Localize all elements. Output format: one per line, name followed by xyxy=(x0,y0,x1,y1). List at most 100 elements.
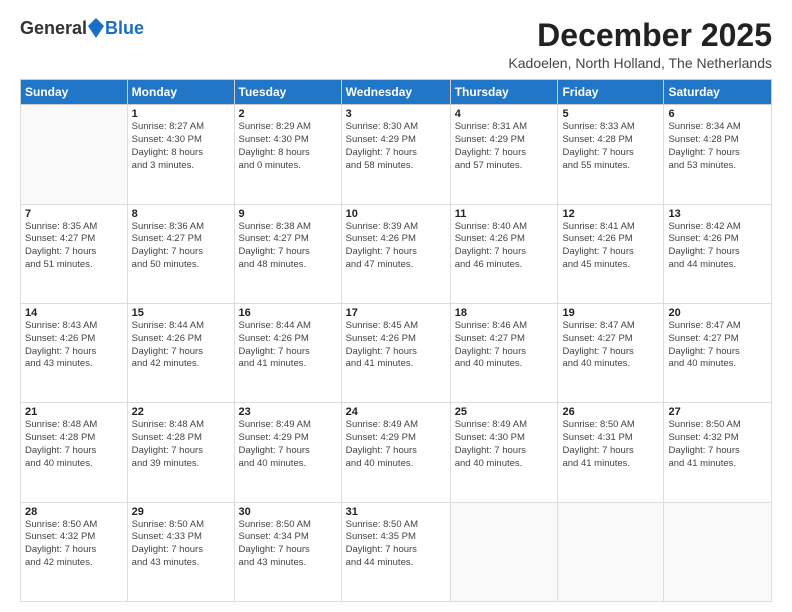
day-info: Sunrise: 8:49 AMSunset: 4:29 PMDaylight:… xyxy=(346,419,446,470)
day-info: Sunrise: 8:27 AMSunset: 4:30 PMDaylight:… xyxy=(132,121,230,172)
calendar-cell xyxy=(21,105,128,204)
calendar-cell: 6Sunrise: 8:34 AMSunset: 4:28 PMDaylight… xyxy=(664,105,772,204)
day-number: 31 xyxy=(346,506,446,518)
calendar-cell: 24Sunrise: 8:49 AMSunset: 4:29 PMDayligh… xyxy=(341,403,450,502)
day-info: Sunrise: 8:48 AMSunset: 4:28 PMDaylight:… xyxy=(132,419,230,470)
logo-icon xyxy=(88,18,104,38)
col-wednesday: Wednesday xyxy=(341,80,450,105)
calendar-cell: 12Sunrise: 8:41 AMSunset: 4:26 PMDayligh… xyxy=(558,204,664,303)
calendar-cell: 30Sunrise: 8:50 AMSunset: 4:34 PMDayligh… xyxy=(234,502,341,601)
calendar-cell: 28Sunrise: 8:50 AMSunset: 4:32 PMDayligh… xyxy=(21,502,128,601)
day-info: Sunrise: 8:36 AMSunset: 4:27 PMDaylight:… xyxy=(132,221,230,272)
calendar-cell: 13Sunrise: 8:42 AMSunset: 4:26 PMDayligh… xyxy=(664,204,772,303)
calendar-cell xyxy=(558,502,664,601)
day-number: 23 xyxy=(239,406,337,418)
day-info: Sunrise: 8:48 AMSunset: 4:28 PMDaylight:… xyxy=(25,419,123,470)
calendar-cell: 15Sunrise: 8:44 AMSunset: 4:26 PMDayligh… xyxy=(127,303,234,402)
calendar-cell xyxy=(450,502,558,601)
calendar-cell: 21Sunrise: 8:48 AMSunset: 4:28 PMDayligh… xyxy=(21,403,128,502)
day-number: 15 xyxy=(132,307,230,319)
day-number: 1 xyxy=(132,108,230,120)
calendar-cell: 31Sunrise: 8:50 AMSunset: 4:35 PMDayligh… xyxy=(341,502,450,601)
day-info: Sunrise: 8:33 AMSunset: 4:28 PMDaylight:… xyxy=(562,121,659,172)
day-info: Sunrise: 8:31 AMSunset: 4:29 PMDaylight:… xyxy=(455,121,554,172)
day-info: Sunrise: 8:45 AMSunset: 4:26 PMDaylight:… xyxy=(346,320,446,371)
day-info: Sunrise: 8:40 AMSunset: 4:26 PMDaylight:… xyxy=(455,221,554,272)
calendar-header-row: Sunday Monday Tuesday Wednesday Thursday… xyxy=(21,80,772,105)
calendar-cell: 19Sunrise: 8:47 AMSunset: 4:27 PMDayligh… xyxy=(558,303,664,402)
calendar-cell: 9Sunrise: 8:38 AMSunset: 4:27 PMDaylight… xyxy=(234,204,341,303)
day-info: Sunrise: 8:29 AMSunset: 4:30 PMDaylight:… xyxy=(239,121,337,172)
calendar-cell: 10Sunrise: 8:39 AMSunset: 4:26 PMDayligh… xyxy=(341,204,450,303)
day-number: 21 xyxy=(25,406,123,418)
day-number: 5 xyxy=(562,108,659,120)
col-tuesday: Tuesday xyxy=(234,80,341,105)
day-info: Sunrise: 8:50 AMSunset: 4:33 PMDaylight:… xyxy=(132,519,230,570)
col-sunday: Sunday xyxy=(21,80,128,105)
calendar: Sunday Monday Tuesday Wednesday Thursday… xyxy=(20,79,772,602)
calendar-cell: 23Sunrise: 8:49 AMSunset: 4:29 PMDayligh… xyxy=(234,403,341,502)
logo-blue-text: Blue xyxy=(105,19,144,37)
day-number: 2 xyxy=(239,108,337,120)
day-number: 30 xyxy=(239,506,337,518)
day-number: 18 xyxy=(455,307,554,319)
day-number: 24 xyxy=(346,406,446,418)
title-block: December 2025 Kadoelen, North Holland, T… xyxy=(508,18,772,71)
calendar-cell xyxy=(664,502,772,601)
day-info: Sunrise: 8:30 AMSunset: 4:29 PMDaylight:… xyxy=(346,121,446,172)
day-info: Sunrise: 8:50 AMSunset: 4:35 PMDaylight:… xyxy=(346,519,446,570)
day-info: Sunrise: 8:44 AMSunset: 4:26 PMDaylight:… xyxy=(132,320,230,371)
col-thursday: Thursday xyxy=(450,80,558,105)
day-number: 6 xyxy=(668,108,767,120)
day-info: Sunrise: 8:49 AMSunset: 4:29 PMDaylight:… xyxy=(239,419,337,470)
calendar-cell: 7Sunrise: 8:35 AMSunset: 4:27 PMDaylight… xyxy=(21,204,128,303)
calendar-cell: 29Sunrise: 8:50 AMSunset: 4:33 PMDayligh… xyxy=(127,502,234,601)
calendar-cell: 1Sunrise: 8:27 AMSunset: 4:30 PMDaylight… xyxy=(127,105,234,204)
day-info: Sunrise: 8:43 AMSunset: 4:26 PMDaylight:… xyxy=(25,320,123,371)
day-info: Sunrise: 8:34 AMSunset: 4:28 PMDaylight:… xyxy=(668,121,767,172)
calendar-cell: 18Sunrise: 8:46 AMSunset: 4:27 PMDayligh… xyxy=(450,303,558,402)
calendar-cell: 8Sunrise: 8:36 AMSunset: 4:27 PMDaylight… xyxy=(127,204,234,303)
day-info: Sunrise: 8:46 AMSunset: 4:27 PMDaylight:… xyxy=(455,320,554,371)
calendar-cell: 20Sunrise: 8:47 AMSunset: 4:27 PMDayligh… xyxy=(664,303,772,402)
day-info: Sunrise: 8:47 AMSunset: 4:27 PMDaylight:… xyxy=(668,320,767,371)
calendar-cell: 3Sunrise: 8:30 AMSunset: 4:29 PMDaylight… xyxy=(341,105,450,204)
day-info: Sunrise: 8:50 AMSunset: 4:34 PMDaylight:… xyxy=(239,519,337,570)
day-info: Sunrise: 8:42 AMSunset: 4:26 PMDaylight:… xyxy=(668,221,767,272)
calendar-week-3: 21Sunrise: 8:48 AMSunset: 4:28 PMDayligh… xyxy=(21,403,772,502)
calendar-cell: 26Sunrise: 8:50 AMSunset: 4:31 PMDayligh… xyxy=(558,403,664,502)
day-number: 27 xyxy=(668,406,767,418)
day-info: Sunrise: 8:39 AMSunset: 4:26 PMDaylight:… xyxy=(346,221,446,272)
day-number: 12 xyxy=(562,208,659,220)
day-info: Sunrise: 8:50 AMSunset: 4:31 PMDaylight:… xyxy=(562,419,659,470)
day-number: 13 xyxy=(668,208,767,220)
day-info: Sunrise: 8:50 AMSunset: 4:32 PMDaylight:… xyxy=(25,519,123,570)
calendar-cell: 25Sunrise: 8:49 AMSunset: 4:30 PMDayligh… xyxy=(450,403,558,502)
day-number: 4 xyxy=(455,108,554,120)
calendar-cell: 4Sunrise: 8:31 AMSunset: 4:29 PMDaylight… xyxy=(450,105,558,204)
day-number: 17 xyxy=(346,307,446,319)
day-info: Sunrise: 8:41 AMSunset: 4:26 PMDaylight:… xyxy=(562,221,659,272)
day-info: Sunrise: 8:44 AMSunset: 4:26 PMDaylight:… xyxy=(239,320,337,371)
calendar-week-1: 7Sunrise: 8:35 AMSunset: 4:27 PMDaylight… xyxy=(21,204,772,303)
page: General Blue December 2025 Kadoelen, Nor… xyxy=(0,0,792,612)
day-number: 3 xyxy=(346,108,446,120)
day-number: 7 xyxy=(25,208,123,220)
calendar-week-4: 28Sunrise: 8:50 AMSunset: 4:32 PMDayligh… xyxy=(21,502,772,601)
day-info: Sunrise: 8:38 AMSunset: 4:27 PMDaylight:… xyxy=(239,221,337,272)
col-saturday: Saturday xyxy=(664,80,772,105)
day-number: 9 xyxy=(239,208,337,220)
day-info: Sunrise: 8:49 AMSunset: 4:30 PMDaylight:… xyxy=(455,419,554,470)
calendar-cell: 2Sunrise: 8:29 AMSunset: 4:30 PMDaylight… xyxy=(234,105,341,204)
calendar-cell: 27Sunrise: 8:50 AMSunset: 4:32 PMDayligh… xyxy=(664,403,772,502)
day-info: Sunrise: 8:35 AMSunset: 4:27 PMDaylight:… xyxy=(25,221,123,272)
month-title: December 2025 xyxy=(508,18,772,53)
col-friday: Friday xyxy=(558,80,664,105)
calendar-cell: 17Sunrise: 8:45 AMSunset: 4:26 PMDayligh… xyxy=(341,303,450,402)
day-number: 20 xyxy=(668,307,767,319)
day-number: 11 xyxy=(455,208,554,220)
day-number: 22 xyxy=(132,406,230,418)
calendar-week-0: 1Sunrise: 8:27 AMSunset: 4:30 PMDaylight… xyxy=(21,105,772,204)
day-number: 28 xyxy=(25,506,123,518)
day-info: Sunrise: 8:47 AMSunset: 4:27 PMDaylight:… xyxy=(562,320,659,371)
